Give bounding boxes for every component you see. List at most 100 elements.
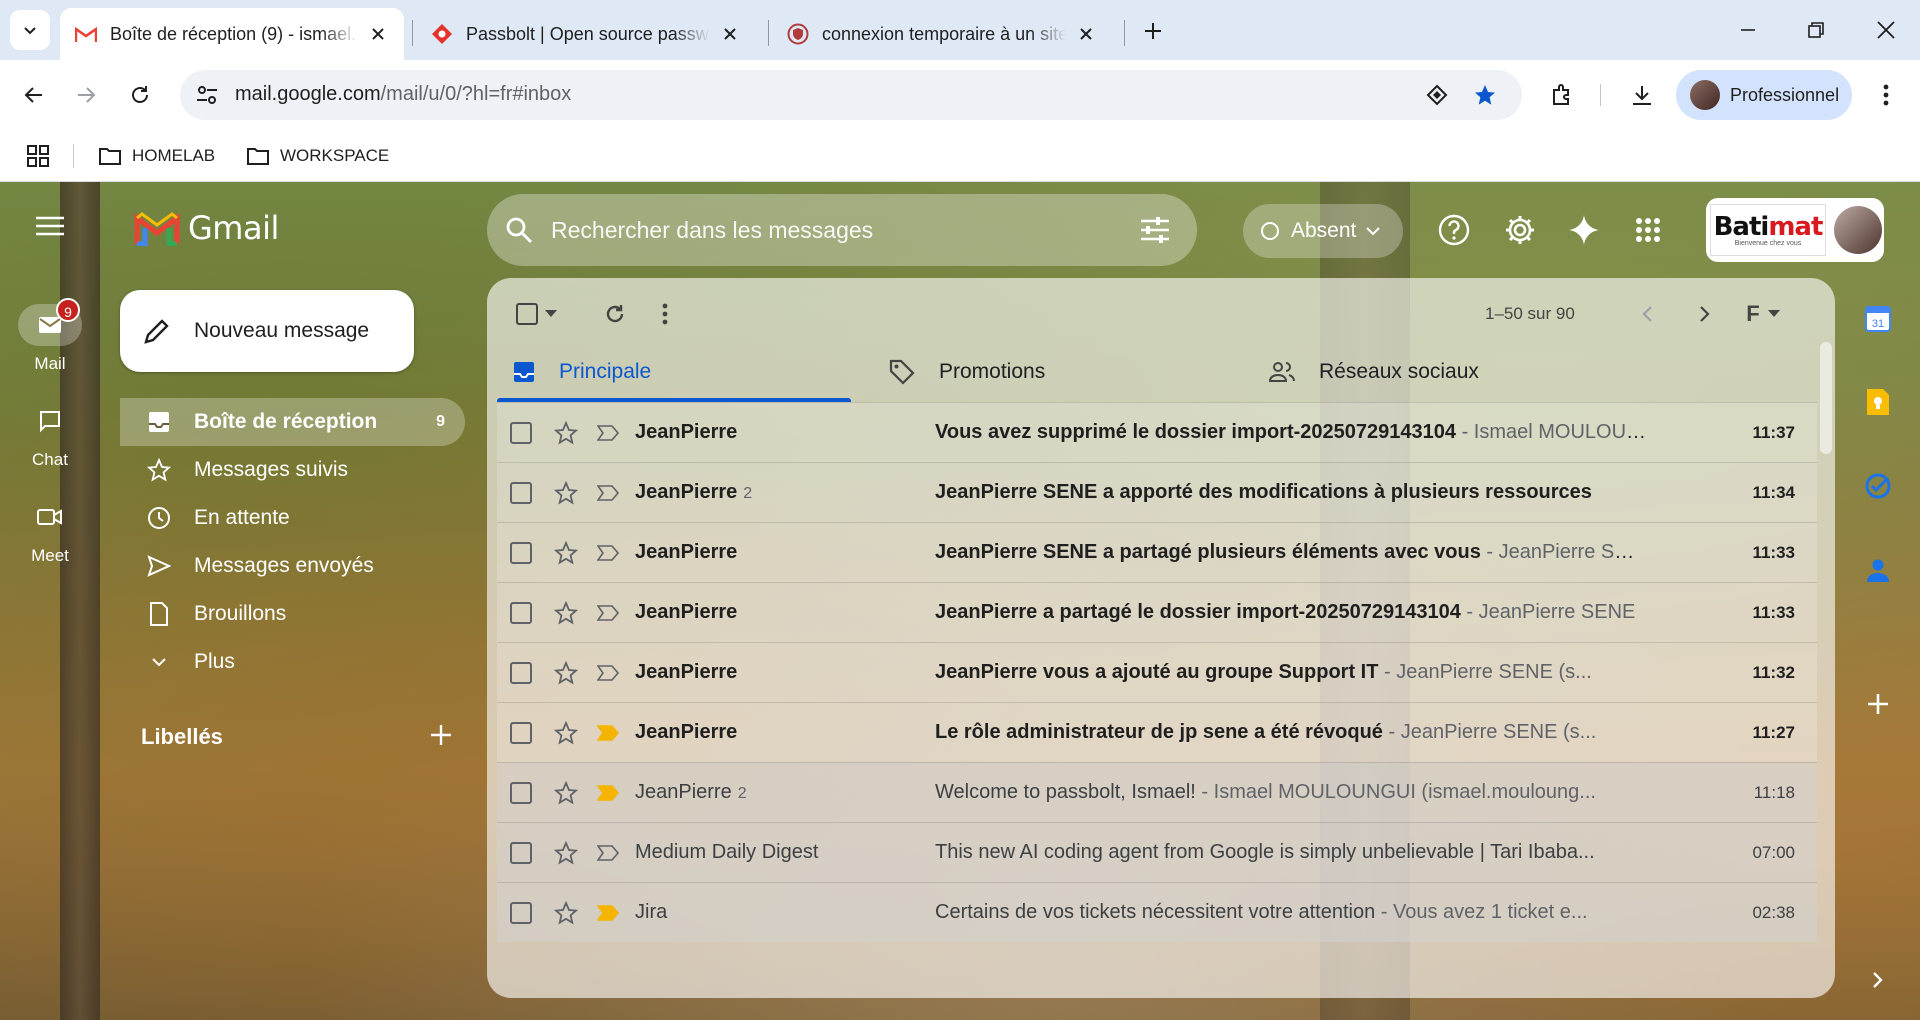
row-checkbox[interactable] [510, 661, 532, 684]
bookmark-star-icon[interactable] [1472, 82, 1498, 108]
email-row[interactable]: JeanPierre JeanPierre vous a ajouté au gr… [497, 642, 1817, 702]
nav-item-more[interactable]: Plus [120, 638, 465, 686]
star-icon[interactable] [553, 540, 579, 566]
tab-search-button[interactable] [10, 10, 50, 50]
close-window-button[interactable] [1862, 10, 1910, 50]
scrollbar-thumb[interactable] [1820, 342, 1832, 454]
close-icon[interactable] [1074, 22, 1098, 46]
nav-item-snoozed[interactable]: En attente [120, 494, 465, 542]
site-info-icon[interactable] [194, 82, 220, 108]
previous-page-button[interactable] [1629, 296, 1665, 332]
rail-mail[interactable]: 9 Mail [0, 298, 100, 374]
importance-marker-icon[interactable] [595, 480, 621, 506]
minimize-button[interactable] [1724, 10, 1772, 50]
star-icon[interactable] [553, 900, 579, 926]
tab-social[interactable]: Réseaux sociaux [1269, 342, 1479, 402]
email-row[interactable]: Medium Daily Digest This new AI coding ag… [497, 822, 1817, 882]
create-label-button[interactable] [426, 720, 456, 750]
tab-passbolt[interactable]: Passbolt | Open source password manager [416, 8, 756, 60]
row-checkbox[interactable] [510, 901, 532, 924]
back-button[interactable] [16, 77, 52, 113]
star-icon[interactable] [553, 840, 579, 866]
reload-button[interactable] [122, 77, 158, 113]
tasks-icon[interactable] [1862, 470, 1894, 502]
help-icon[interactable] [1432, 208, 1476, 252]
close-icon[interactable] [718, 22, 742, 46]
row-checkbox[interactable] [510, 721, 532, 744]
importance-marker-icon[interactable] [595, 660, 621, 686]
star-icon[interactable] [553, 480, 579, 506]
status-selector[interactable]: Absent [1243, 204, 1403, 258]
download-icon[interactable] [1624, 77, 1660, 113]
email-row[interactable]: JeanPierre JeanPierre a partagé le dossie… [497, 582, 1817, 642]
close-icon[interactable] [366, 22, 390, 46]
importance-marker-icon[interactable] [595, 840, 621, 866]
nav-item-inbox[interactable]: Boîte de réception 9 [120, 398, 465, 446]
keep-icon[interactable] [1862, 386, 1894, 418]
row-checkbox[interactable] [510, 421, 532, 444]
more-actions-button[interactable] [647, 296, 683, 332]
star-icon[interactable] [553, 660, 579, 686]
importance-marker-icon[interactable] [595, 600, 621, 626]
star-icon[interactable] [553, 600, 579, 626]
tab-temporary-login[interactable]: connexion temporaire à un site [772, 8, 1112, 60]
address-bar[interactable]: mail.google.com/mail/u/0/?hl=fr#inbox [180, 70, 1522, 120]
contacts-icon[interactable] [1862, 554, 1894, 586]
compose-button[interactable]: Nouveau message [120, 290, 414, 372]
email-row[interactable]: JeanPierre 2 Welcome to passbolt, Ismael! … [497, 762, 1817, 822]
tab-gmail[interactable]: Boîte de réception (9) - ismael.mouloung… [60, 8, 404, 60]
extensions-icon[interactable] [1544, 77, 1580, 113]
bookmark-workspace[interactable]: WORKSPACE [246, 142, 389, 170]
row-checkbox[interactable] [510, 481, 532, 504]
row-checkbox[interactable] [510, 781, 532, 804]
nav-item-drafts[interactable]: Brouillons [120, 590, 465, 638]
add-icon[interactable] [1862, 688, 1894, 720]
nav-item-sent[interactable]: Messages envoyés [120, 542, 465, 590]
gemini-sparkle-icon[interactable] [1562, 208, 1606, 252]
account-button[interactable]: Batimat Bienvenue chez vous [1706, 198, 1884, 262]
email-row[interactable]: JeanPierre 2 JeanPierre SENE a apporté des… [497, 462, 1817, 522]
rail-chat[interactable]: Chat [0, 400, 100, 470]
refresh-button[interactable] [597, 296, 633, 332]
importance-marker-icon[interactable] [595, 540, 621, 566]
email-row[interactable]: JeanPierre Vous avez supprimé le dossier … [497, 402, 1817, 462]
apps-grid-icon[interactable] [24, 142, 52, 170]
search-options-icon[interactable] [1139, 214, 1171, 246]
input-tools-button[interactable]: F [1731, 296, 1795, 332]
sender-name: JeanPierre [635, 721, 738, 743]
lens-icon[interactable] [1424, 82, 1450, 108]
row-checkbox[interactable] [510, 841, 532, 864]
select-menu-caret[interactable] [539, 296, 563, 332]
importance-marker-icon[interactable] [595, 780, 621, 806]
row-checkbox[interactable] [510, 601, 532, 624]
settings-gear-icon[interactable] [1498, 208, 1542, 252]
gmail-logo[interactable]: Gmail [134, 208, 279, 248]
importance-marker-icon[interactable] [595, 720, 621, 746]
email-row[interactable]: JeanPierre Le rôle administrateur de jp s… [497, 702, 1817, 762]
google-apps-icon[interactable] [1626, 208, 1670, 252]
calendar-icon[interactable]: 31 [1862, 302, 1894, 334]
main-menu-button[interactable] [30, 206, 70, 246]
email-row[interactable]: JeanPierre JeanPierre SENE a partagé plus… [497, 522, 1817, 582]
forward-button[interactable] [68, 77, 104, 113]
chevron-right-icon[interactable] [1862, 964, 1894, 996]
star-icon[interactable] [553, 420, 579, 446]
tab-promotions[interactable]: Promotions [889, 342, 1045, 402]
next-page-button[interactable] [1687, 296, 1723, 332]
nav-item-starred[interactable]: Messages suivis [120, 446, 465, 494]
row-checkbox[interactable] [510, 541, 532, 564]
more-menu-icon[interactable] [1868, 77, 1904, 113]
search-icon[interactable] [505, 216, 533, 244]
search-input[interactable] [551, 214, 1071, 246]
importance-marker-icon[interactable] [595, 420, 621, 446]
restore-button[interactable] [1792, 10, 1840, 50]
importance-marker-icon[interactable] [595, 900, 621, 926]
bookmark-homelab[interactable]: HOMELAB [98, 142, 215, 170]
new-tab-button[interactable] [1136, 14, 1170, 48]
star-icon[interactable] [553, 720, 579, 746]
tab-primary[interactable]: Principale [513, 342, 651, 402]
profile-button[interactable]: Professionnel [1676, 70, 1852, 120]
email-row[interactable]: Jira Certains de vos tickets nécessitent … [497, 882, 1817, 942]
star-icon[interactable] [553, 780, 579, 806]
rail-meet[interactable]: Meet [0, 496, 100, 566]
